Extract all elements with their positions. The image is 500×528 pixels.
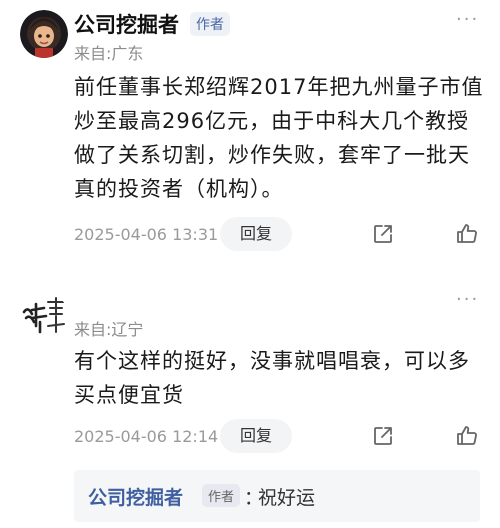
reply-button[interactable]: 回复 (220, 217, 292, 251)
share-icon[interactable] (371, 222, 395, 246)
reply-button[interactable]: 回复 (220, 419, 292, 453)
username[interactable]: 公司挖掘者 (74, 9, 179, 39)
author-badge: 作者 (202, 484, 241, 507)
like-icon[interactable] (455, 222, 479, 246)
more-options-icon[interactable]: ··· (456, 291, 479, 309)
comment-body: 有个这样的挺好，没事就唱唱衰，可以多买点便宜货 (74, 349, 470, 407)
timestamp: 2025-04-06 12:14 (74, 427, 219, 446)
like-icon[interactable] (455, 424, 479, 448)
location-label: 来自:辽宁 (74, 320, 144, 339)
more-options-icon[interactable]: ··· (456, 11, 479, 29)
share-icon[interactable] (371, 424, 395, 448)
location-label: 来自:广东 (74, 44, 144, 63)
avatar[interactable] (20, 292, 68, 340)
avatar-calligraphy-icon (20, 292, 68, 340)
author-badge: 作者 (190, 12, 230, 36)
comment-body: 前任董事长郑绍辉2017年把九州量子市值炒至最高296亿元，由于中科大几个教授做… (74, 75, 484, 201)
avatar-cartoon-icon (20, 10, 68, 58)
reply-text: 祝好运 (258, 487, 316, 509)
timestamp: 2025-04-06 13:31 (74, 225, 219, 244)
nested-reply[interactable]: 公司挖掘者 作者 ： 祝好运 (74, 470, 480, 522)
comment-item: 公司挖掘者 作者 ··· 来自:广东 前任董事长郑绍辉2017年把九州量子市值炒… (0, 0, 500, 270)
avatar[interactable] (20, 10, 68, 58)
reply-username[interactable]: 公司挖掘者 (88, 483, 183, 510)
